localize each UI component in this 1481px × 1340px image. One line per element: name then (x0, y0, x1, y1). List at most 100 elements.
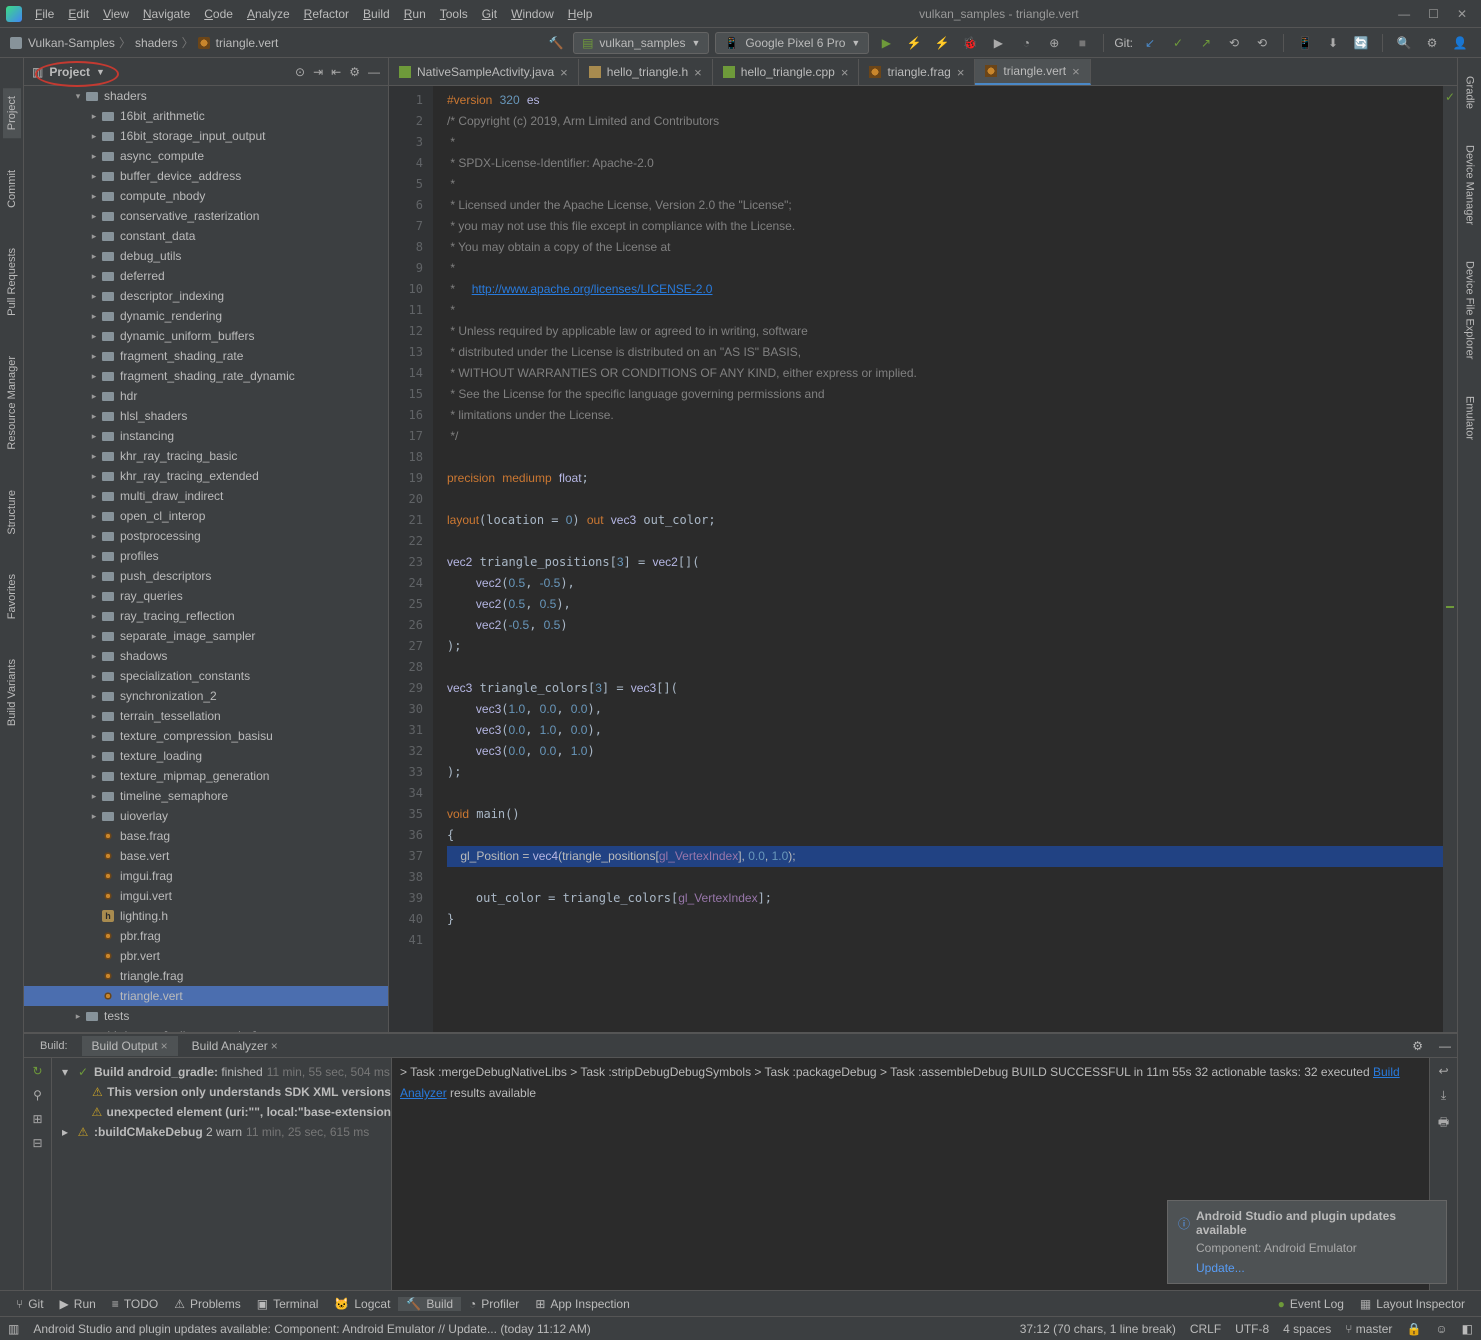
build-node[interactable]: ▾✓Build android_gradle: finished 11 min,… (52, 1062, 391, 1082)
editor-tab[interactable]: triangle.frag× (859, 59, 975, 85)
tree-node[interactable]: ▸ray_queries (24, 586, 388, 606)
gear-icon[interactable]: ⚙ (1406, 1039, 1429, 1053)
expand-arrow-icon[interactable]: ▸ (88, 451, 100, 462)
git-rollback-icon[interactable]: ⟲ (1251, 32, 1273, 54)
rerun-icon[interactable]: ↻ (32, 1064, 42, 1078)
tree-node[interactable]: ▸buffer_device_address (24, 166, 388, 186)
close-tab-icon[interactable]: × (1072, 64, 1080, 79)
expand-arrow-icon[interactable]: ▸ (88, 651, 100, 662)
git-commit-icon[interactable]: ✓ (1167, 32, 1189, 54)
sync-icon[interactable]: 🔄 (1350, 32, 1372, 54)
expand-arrow-icon[interactable]: ▸ (88, 251, 100, 262)
avd-icon[interactable]: 📱 (1294, 32, 1316, 54)
tree-node[interactable]: ▾shaders (24, 86, 388, 106)
account-icon[interactable]: 👤 (1449, 32, 1471, 54)
code-editor[interactable]: 1234567891011121314151617181920212223242… (389, 86, 1457, 1032)
line-sep[interactable]: CRLF (1190, 1322, 1221, 1336)
editor-tab[interactable]: hello_triangle.cpp× (713, 59, 860, 85)
tree-node[interactable]: ▸fragment_shading_rate (24, 346, 388, 366)
rail-project[interactable]: Project (3, 88, 21, 138)
inspect-icon[interactable]: ◧ (1462, 1322, 1473, 1336)
coverage-icon[interactable]: ▶ (987, 32, 1009, 54)
bottom-profiler[interactable]: ◔Profiler (461, 1297, 527, 1311)
collapse-icon[interactable]: ⇤ (331, 65, 341, 79)
expand-arrow-icon[interactable]: ▸ (88, 231, 100, 242)
bottom-git[interactable]: ⑂Git (8, 1297, 52, 1311)
git-history-icon[interactable]: ⟲ (1223, 32, 1245, 54)
tree-node[interactable]: ▸compute_nbody (24, 186, 388, 206)
tree-node[interactable]: triangle.vert (24, 986, 388, 1006)
expand-arrow-icon[interactable]: ▸ (72, 1031, 84, 1033)
tree-node[interactable]: ▸uioverlay (24, 806, 388, 826)
expand-arrow-icon[interactable]: ▸ (88, 751, 100, 762)
wrap-icon[interactable]: ↩ (1438, 1064, 1448, 1078)
expand-arrow-icon[interactable]: ▸ (88, 271, 100, 282)
expand-arrow-icon[interactable]: ▸ (88, 571, 100, 582)
rail-structure[interactable]: Structure (3, 482, 21, 543)
stop-icon[interactable]: ■ (1071, 32, 1093, 54)
tree-node[interactable]: ▸hlsl_shaders (24, 406, 388, 426)
memory-icon[interactable]: ☺ (1435, 1322, 1447, 1336)
gear-icon[interactable]: ⚙ (349, 65, 360, 79)
rail-device-file-explorer[interactable]: Device File Explorer (1461, 253, 1479, 367)
tree-node[interactable]: imgui.vert (24, 886, 388, 906)
tree-node[interactable]: ▸terrain_tessellation (24, 706, 388, 726)
git-push-icon[interactable]: ↗ (1195, 32, 1217, 54)
settings-icon[interactable]: ⚙ (1421, 32, 1443, 54)
menu-file[interactable]: File (28, 7, 61, 21)
close-tab-icon[interactable]: × (560, 65, 568, 80)
tree-node[interactable]: ▸16bit_arithmetic (24, 106, 388, 126)
tree-node[interactable]: ▸async_compute (24, 146, 388, 166)
rail-pull-requests[interactable]: Pull Requests (3, 240, 21, 324)
tree-node[interactable]: base.frag (24, 826, 388, 846)
expand-arrow-icon[interactable]: ▸ (88, 131, 100, 142)
search-icon[interactable]: 🔍 (1393, 32, 1415, 54)
expand-arrow-icon[interactable]: ▸ (88, 171, 100, 182)
menu-navigate[interactable]: Navigate (136, 7, 197, 21)
expand-arrow-icon[interactable]: ▸ (88, 511, 100, 522)
menu-build[interactable]: Build (356, 7, 397, 21)
expand-arrow-icon[interactable]: ▸ (88, 771, 100, 782)
tree-node[interactable]: pbr.frag (24, 926, 388, 946)
bottom-logcat[interactable]: 🐱Logcat (326, 1297, 398, 1311)
tree-node[interactable]: ▸ray_tracing_reflection (24, 606, 388, 626)
hammer-icon[interactable]: 🔨 (545, 32, 567, 54)
hide-icon[interactable]: — (368, 65, 380, 79)
tree-node[interactable]: ▸instancing (24, 426, 388, 446)
chevron-down-icon[interactable]: ▼ (96, 67, 105, 77)
tree-node[interactable]: ▸khr_ray_tracing_basic (24, 446, 388, 466)
close-icon[interactable]: ✕ (1457, 7, 1467, 21)
tree-node[interactable]: ▸specialization_constants (24, 666, 388, 686)
bottom-layout-inspector[interactable]: ▦Layout Inspector (1352, 1297, 1473, 1311)
editor-tab[interactable]: NativeSampleActivity.java× (389, 59, 579, 85)
lock-icon[interactable]: 🔒 (1406, 1322, 1421, 1336)
close-tab-icon[interactable]: × (841, 65, 849, 80)
tree-node[interactable]: ▸descriptor_indexing (24, 286, 388, 306)
run-icon[interactable]: ▶ (875, 32, 897, 54)
build-node[interactable]: ⚠This version only understands SDK XML v… (52, 1082, 391, 1102)
expand-arrow-icon[interactable]: ▸ (88, 311, 100, 322)
expand-arrow-icon[interactable]: ▸ (88, 611, 100, 622)
expand-arrow-icon[interactable]: ▸ (88, 191, 100, 202)
expand-arrow-icon[interactable]: ▸ (88, 671, 100, 682)
expand-arrow-icon[interactable]: ▸ (88, 731, 100, 742)
cursor-position[interactable]: 37:12 (70 chars, 1 line break) (1020, 1322, 1176, 1336)
tree-node[interactable]: base.vert (24, 846, 388, 866)
expand-arrow-icon[interactable]: ▾ (72, 91, 84, 102)
expand-arrow-icon[interactable]: ▸ (88, 491, 100, 502)
tree-node[interactable]: ▸dynamic_uniform_buffers (24, 326, 388, 346)
tree-node[interactable]: ▸tests (24, 1006, 388, 1026)
build-output-tab[interactable]: Build Output × (82, 1036, 178, 1056)
rail-resource-manager[interactable]: Resource Manager (3, 348, 21, 458)
expand-arrow-icon[interactable]: ▸ (88, 351, 100, 362)
project-tree[interactable]: ▾shaders▸16bit_arithmetic▸16bit_storage_… (24, 86, 388, 1032)
project-view-selector[interactable]: Project (49, 65, 90, 79)
expand-arrow-icon[interactable]: ▸ (88, 151, 100, 162)
build-analyzer-tab[interactable]: Build Analyzer × (182, 1036, 288, 1056)
tree-node[interactable]: ▸texture_compression_basisu (24, 726, 388, 746)
tree-node[interactable]: ▸khr_ray_tracing_extended (24, 466, 388, 486)
menu-refactor[interactable]: Refactor (297, 7, 356, 21)
tree-node[interactable]: ▸profiles (24, 546, 388, 566)
rail-emulator[interactable]: Emulator (1461, 388, 1479, 448)
bottom-todo[interactable]: ≡TODO (104, 1297, 166, 1311)
